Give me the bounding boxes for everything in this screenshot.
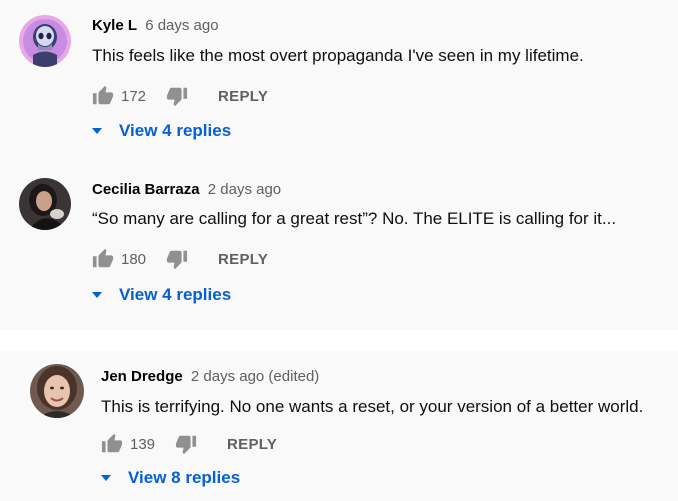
caret-down-icon bbox=[101, 475, 111, 481]
like-count: 180 bbox=[121, 250, 147, 268]
view-replies-button[interactable]: View 4 replies bbox=[92, 285, 231, 305]
like-button[interactable]: 139 bbox=[101, 433, 155, 455]
view-replies-button[interactable]: View 8 replies bbox=[101, 468, 240, 488]
dislike-button[interactable] bbox=[166, 248, 188, 270]
thumbs-down-icon bbox=[166, 248, 188, 270]
comment-timestamp[interactable]: 2 days ago (edited) bbox=[191, 368, 319, 385]
like-count: 172 bbox=[121, 87, 147, 105]
view-replies-label: View 4 replies bbox=[119, 121, 232, 140]
dislike-button[interactable] bbox=[166, 85, 188, 107]
thumbs-up-icon bbox=[92, 85, 114, 107]
comment-text: “So many are calling for a great rest”? … bbox=[92, 209, 617, 228]
avatar[interactable] bbox=[19, 178, 71, 230]
author-name[interactable]: Kyle L bbox=[92, 17, 137, 34]
like-count: 139 bbox=[130, 435, 156, 453]
thumbs-down-icon bbox=[175, 433, 197, 455]
author-name[interactable]: Cecilia Barraza bbox=[92, 181, 200, 198]
comment-timestamp[interactable]: 2 days ago bbox=[208, 181, 281, 198]
view-replies-button[interactable]: View 4 replies bbox=[92, 121, 231, 141]
thumbs-down-icon bbox=[166, 85, 188, 107]
reply-button[interactable]: REPLY bbox=[227, 436, 277, 453]
view-replies-label: View 8 replies bbox=[128, 468, 241, 487]
avatar[interactable] bbox=[19, 15, 71, 67]
reply-button[interactable]: REPLY bbox=[218, 251, 268, 268]
caret-down-icon bbox=[92, 128, 102, 134]
author-name[interactable]: Jen Dredge bbox=[101, 368, 183, 385]
thumbs-up-icon bbox=[101, 433, 123, 455]
comment-text: This feels like the most overt propagand… bbox=[92, 46, 584, 65]
like-button[interactable]: 180 bbox=[92, 248, 146, 270]
comment-timestamp[interactable]: 6 days ago bbox=[145, 17, 218, 34]
caret-down-icon bbox=[92, 292, 102, 298]
like-button[interactable]: 172 bbox=[92, 85, 146, 107]
comment-text: This is terrifying. No one wants a reset… bbox=[101, 397, 644, 416]
avatar[interactable] bbox=[30, 364, 84, 418]
dislike-button[interactable] bbox=[175, 433, 197, 455]
view-replies-label: View 4 replies bbox=[119, 285, 232, 304]
thumbs-up-icon bbox=[92, 248, 114, 270]
reply-button[interactable]: REPLY bbox=[218, 88, 268, 105]
